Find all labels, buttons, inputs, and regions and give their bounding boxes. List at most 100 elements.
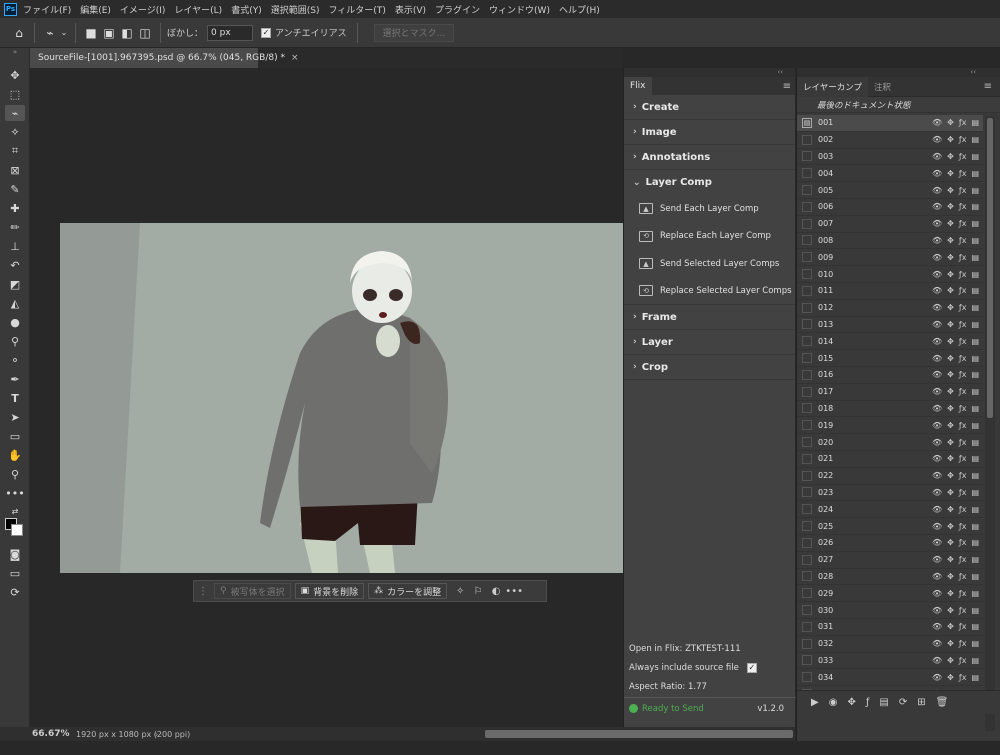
section-annotations[interactable]: › Annotations	[624, 145, 795, 170]
position-icon[interactable]: ✥	[947, 152, 954, 161]
comp-indicator-box[interactable]	[802, 420, 812, 431]
last-document-state[interactable]: 最後のドキュメント状態	[797, 97, 1000, 113]
visibility-eye-icon[interactable]: 👁	[932, 538, 942, 547]
quick-select-tool-icon[interactable]: ⟡	[5, 124, 25, 140]
comp-indicator-box[interactable]	[802, 185, 812, 196]
visibility-eye-icon[interactable]: 👁	[932, 656, 942, 665]
current-comp-indicator-icon[interactable]: ▤	[802, 117, 812, 128]
comp-indicator-box[interactable]	[802, 437, 812, 448]
position-icon[interactable]: ✥	[947, 522, 954, 531]
layer-comp-row[interactable]: 033 👁 ✥ ƒx ▤	[797, 653, 983, 670]
layer-comp-row[interactable]: 032 👁 ✥ ƒx ▤	[797, 636, 983, 653]
position-icon[interactable]: ✥	[947, 303, 954, 312]
feather-input[interactable]	[207, 24, 254, 41]
position-icon[interactable]: ✥	[947, 606, 954, 615]
more-tools-icon[interactable]: •••	[5, 485, 25, 501]
smart-object-icon[interactable]: ▤	[971, 589, 979, 598]
fx-icon[interactable]: ƒx	[959, 606, 967, 615]
section-layer-comp[interactable]: ⌄ Layer Comp	[624, 170, 795, 195]
fx-icon[interactable]: ƒx	[959, 270, 967, 279]
comp-indicator-box[interactable]	[802, 336, 812, 347]
position-icon[interactable]: ✥	[947, 673, 954, 682]
layer-comp-row[interactable]: 026 👁 ✥ ƒx ▤	[797, 535, 983, 552]
visibility-eye-icon[interactable]: 👁	[932, 169, 942, 178]
menu-edit[interactable]: 編集(E)	[80, 3, 111, 16]
layer-comp-row[interactable]: 008 👁 ✥ ƒx ▤	[797, 233, 983, 250]
fx-icon[interactable]: ƒx	[959, 471, 967, 480]
layer-comp-row[interactable]: 007 👁 ✥ ƒx ▤	[797, 216, 983, 233]
frame-tool-icon[interactable]: ⊠	[5, 162, 25, 178]
share-icon[interactable]: ⟳	[5, 584, 25, 600]
visibility-eye-icon[interactable]: 👁	[932, 354, 942, 363]
layer-comp-row[interactable]: 034 👁 ✥ ƒx ▤	[797, 669, 983, 687]
update-icon[interactable]: ⟳	[899, 697, 907, 708]
comp-indicator-box[interactable]	[802, 201, 812, 212]
zoom-tool-icon[interactable]: ⚲	[5, 466, 25, 482]
fx-icon[interactable]: ƒx	[959, 673, 967, 682]
generative-icon[interactable]: ✧	[451, 586, 469, 597]
visibility-eye-icon[interactable]: 👁	[932, 152, 942, 161]
smart-object-icon[interactable]: ▤	[971, 639, 979, 648]
layer-comp-row[interactable]: 028 👁 ✥ ƒx ▤	[797, 569, 983, 586]
panel-menu-icon[interactable]: ≡	[783, 81, 791, 92]
layer-comp-row[interactable]: 027 👁 ✥ ƒx ▤	[797, 552, 983, 569]
layer-comp-row[interactable]: 003 👁 ✥ ƒx ▤	[797, 149, 983, 166]
position-icon[interactable]: ✥	[947, 538, 954, 547]
visibility-eye-icon[interactable]: 👁	[932, 236, 942, 245]
visibility-eye-icon[interactable]: 👁	[932, 135, 942, 144]
layer-comp-row[interactable]: 006 👁 ✥ ƒx ▤	[797, 199, 983, 216]
sponge-tool-icon[interactable]: ⚬	[5, 352, 25, 368]
section-frame[interactable]: › Frame	[624, 305, 795, 330]
fx-icon[interactable]: ƒx	[959, 236, 967, 245]
position-icon[interactable]: ✥	[947, 236, 954, 245]
smart-object-icon[interactable]: ▤	[971, 253, 979, 262]
comp-indicator-box[interactable]	[802, 252, 812, 263]
visibility-eye-icon[interactable]: 👁	[932, 118, 942, 127]
smart-object-icon[interactable]: ▤	[971, 421, 979, 430]
position-icon[interactable]: ✥	[947, 118, 954, 127]
fx-icon[interactable]: ƒx	[959, 505, 967, 514]
collapse-icon[interactable]: ‹‹	[777, 68, 783, 76]
position-icon[interactable]: ✥	[947, 438, 954, 447]
menu-select[interactable]: 選択範囲(S)	[271, 3, 320, 16]
smart-object-icon[interactable]: ▤	[971, 152, 979, 161]
layer-comp-row[interactable]: ▤ 001 👁 ✥ ƒx ▤	[797, 115, 983, 132]
tab-layer-comps[interactable]: レイヤーカンプ	[797, 76, 868, 97]
position-icon[interactable]: ✥	[947, 135, 954, 144]
smart-object-icon[interactable]: ▤	[971, 488, 979, 497]
adjust-color-button[interactable]: ⁂ カラーを調整	[368, 583, 448, 599]
layer-comp-row[interactable]: 015 👁 ✥ ƒx ▤	[797, 350, 983, 367]
fx-icon[interactable]: ƒx	[959, 538, 967, 547]
eyedropper-tool-icon[interactable]: ✎	[5, 181, 25, 197]
position-icon[interactable]: ✥	[947, 354, 954, 363]
smart-object-icon[interactable]: ▤	[971, 286, 979, 295]
layer-comp-row[interactable]: 017 👁 ✥ ƒx ▤	[797, 384, 983, 401]
comp-indicator-box[interactable]	[802, 554, 812, 565]
close-icon[interactable]: ×	[291, 53, 299, 63]
layer-comp-row[interactable]: 018 👁 ✥ ƒx ▤	[797, 401, 983, 418]
comp-indicator-box[interactable]	[802, 621, 812, 632]
comp-indicator-box[interactable]	[802, 655, 812, 666]
replace-each-layer-comp[interactable]: ⟲ Replace Each Layer Comp	[624, 223, 795, 251]
comp-indicator-box[interactable]	[802, 269, 812, 280]
comp-indicator-box[interactable]	[802, 403, 812, 414]
fx-icon[interactable]: ƒx	[959, 169, 967, 178]
subtract-selection-icon[interactable]: ◧	[118, 24, 136, 42]
comp-indicator-box[interactable]	[802, 571, 812, 582]
visibility-eye-icon[interactable]: 👁	[932, 505, 942, 514]
polygonal-lasso-tool-icon[interactable]: ⌁	[41, 24, 59, 42]
background-color-swatch[interactable]	[11, 524, 23, 536]
position-icon[interactable]: ✥	[947, 555, 954, 564]
visibility-eye-icon[interactable]: 👁	[932, 337, 942, 346]
comp-indicator-box[interactable]	[802, 605, 812, 615]
style-apply-icon[interactable]: ƒ	[866, 697, 870, 708]
position-icon[interactable]: ✥	[947, 589, 954, 598]
paint-bucket-tool-icon[interactable]: ◭	[5, 295, 25, 311]
position-icon[interactable]: ✥	[947, 505, 954, 514]
flag-icon[interactable]: ⚐	[469, 586, 487, 597]
position-icon[interactable]: ✥	[947, 253, 954, 262]
smart-object-icon[interactable]: ▤	[971, 404, 979, 413]
fx-icon[interactable]: ƒx	[959, 488, 967, 497]
section-layer[interactable]: › Layer	[624, 330, 795, 355]
fx-icon[interactable]: ƒx	[959, 354, 967, 363]
